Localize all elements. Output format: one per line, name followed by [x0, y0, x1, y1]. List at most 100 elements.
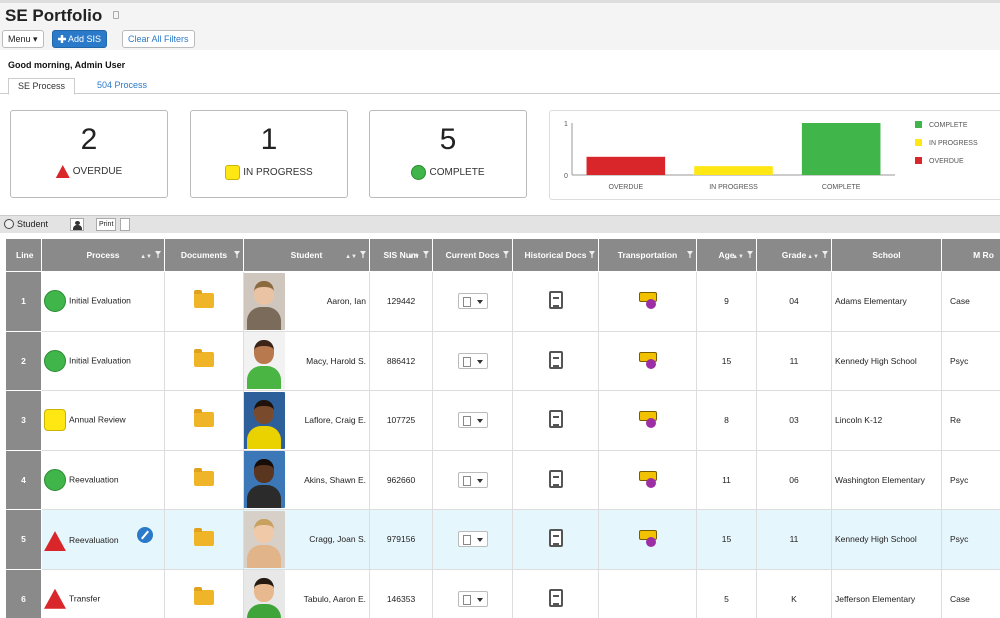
col-age-header[interactable]: Age ▲▼ — [696, 238, 757, 272]
tab-se-process[interactable]: SE Process — [8, 78, 76, 95]
col-school-header[interactable]: School — [831, 238, 942, 272]
folder-icon[interactable] — [194, 527, 214, 546]
filter-icon[interactable] — [747, 251, 753, 258]
overdue-card[interactable]: 2 OVERDUE — [10, 110, 168, 198]
filter-icon[interactable] — [234, 251, 240, 258]
current-docs-dropdown[interactable] — [457, 352, 488, 369]
table-row[interactable]: 6 Transfer Tabulo, Aaron E. 146353 5 K Jeffers… — [5, 568, 1000, 618]
table-row[interactable]: 2 Initial Evaluation Macy, Harold S. 886412… — [5, 330, 1000, 391]
document-history-icon[interactable] — [548, 291, 563, 310]
complete-card[interactable]: 5 COMPLETE — [369, 110, 527, 198]
bus-icon[interactable] — [638, 350, 658, 370]
sort-icon[interactable]: ▲▼ — [140, 252, 152, 262]
col-process-header[interactable]: Process ▲▼ — [41, 238, 165, 272]
grade-cell: K — [756, 568, 832, 618]
col-student-header[interactable]: Student ▲▼ — [243, 238, 370, 272]
line-number: 4 — [5, 449, 42, 510]
document-history-icon[interactable] — [548, 350, 563, 369]
student-name-link[interactable]: Macy, Harold S. — [306, 356, 366, 366]
sort-icon[interactable]: ▲▼ — [807, 252, 819, 262]
student-name-link[interactable]: Laflore, Craig E. — [305, 415, 366, 425]
filter-icon[interactable] — [360, 251, 366, 258]
folder-icon[interactable] — [194, 349, 214, 368]
document-history-icon[interactable] — [548, 410, 563, 429]
sort-icon[interactable]: ▲▼ — [732, 252, 744, 262]
bus-icon[interactable] — [638, 469, 658, 489]
filter-icon[interactable] — [155, 251, 161, 258]
clear-filters-button[interactable]: Clear All Filters — [122, 30, 195, 48]
document-history-icon[interactable] — [548, 588, 563, 607]
filter-icon[interactable] — [503, 251, 509, 258]
in-progress-count: 1 — [260, 123, 278, 156]
in-progress-card[interactable]: 1 IN PROGRESS — [190, 110, 348, 198]
col-line-header[interactable]: Line — [5, 238, 42, 272]
bus-icon[interactable] — [638, 409, 658, 429]
legend-label: IN PROGRESS — [929, 140, 978, 147]
school-cell: Lincoln K-12 — [831, 390, 942, 451]
current-docs-dropdown[interactable] — [457, 412, 488, 429]
document-history-icon[interactable] — [548, 469, 563, 488]
sis-num-cell: 979156 — [369, 509, 433, 570]
sort-icon[interactable]: ▲▼ — [345, 252, 357, 262]
transportation-cell — [598, 271, 697, 332]
status-chart: 0 1 OVERDUE IN PROGRESS COMPLETE COMPLETE IN P… — [549, 110, 1000, 200]
complete-count: 5 — [439, 123, 457, 156]
bus-icon[interactable] — [638, 528, 658, 548]
process-cell: Reevaluation — [41, 509, 165, 570]
overdue-count: 2 — [80, 123, 98, 156]
sis-num-cell: 962660 — [369, 449, 433, 510]
sis-num-cell: 146353 — [369, 568, 433, 618]
table-row[interactable]: 4 Reevaluation Akins, Shawn E. 962660 11 06 Wa… — [5, 449, 1000, 510]
document-history-icon[interactable] — [548, 529, 563, 548]
col-current-docs-header[interactable]: Current Docs — [432, 238, 513, 272]
age-cell: 8 — [696, 390, 757, 451]
folder-icon[interactable] — [194, 468, 214, 487]
student-photo — [244, 332, 285, 390]
folder-icon[interactable] — [194, 408, 214, 427]
edit-icon[interactable] — [136, 527, 153, 544]
table-row[interactable]: 5 Reevaluation Cragg, Joan S. 979156 15 11 Ken… — [5, 509, 1000, 570]
grade-cell: 03 — [756, 390, 832, 451]
process-name: Transfer — [69, 593, 101, 603]
folder-icon[interactable] — [194, 587, 214, 606]
x-tick-label: IN PROGRESS — [709, 184, 758, 191]
filter-icon[interactable] — [589, 251, 595, 258]
historical-docs-cell — [512, 271, 599, 332]
current-docs-dropdown[interactable] — [457, 471, 488, 488]
bus-icon[interactable] — [638, 290, 658, 310]
current-docs-cell — [432, 390, 513, 451]
col-role-header[interactable]: M Ro — [941, 238, 1000, 272]
table-row[interactable]: 1 Initial Evaluation Aaron, Ian 129442 9 04 Ad… — [5, 271, 1000, 332]
line-number: 2 — [5, 330, 42, 391]
print-dropdown-icon[interactable] — [120, 218, 130, 231]
y-tick-label: 0 — [564, 173, 568, 180]
current-docs-dropdown[interactable] — [457, 590, 488, 607]
student-name-link[interactable]: Aaron, Ian — [327, 296, 366, 306]
print-button[interactable]: Print — [96, 218, 117, 231]
student-name-link[interactable]: Akins, Shawn E. — [304, 475, 366, 485]
age-cell: 15 — [696, 330, 757, 391]
filter-icon[interactable] — [687, 251, 693, 258]
person-icon[interactable] — [70, 218, 84, 231]
pin-icon[interactable] — [113, 11, 119, 19]
folder-icon[interactable] — [194, 289, 214, 308]
table-row[interactable]: 3 Annual Review Laflore, Craig E. 107725 8 03… — [5, 390, 1000, 451]
student-name-link[interactable]: Cragg, Joan S. — [309, 534, 366, 544]
add-sis-button[interactable]: Add SIS — [52, 30, 108, 48]
sort-icon[interactable]: ▲▼ — [408, 252, 420, 262]
student-name-link[interactable]: Tabulo, Aaron E. — [304, 594, 366, 604]
col-sis-num-header[interactable]: SIS Num ▲▼ — [369, 238, 433, 272]
col-grade-header[interactable]: Grade ▲▼ — [756, 238, 832, 272]
legend-swatch — [915, 139, 922, 146]
school-cell: Kennedy High School — [831, 330, 942, 391]
col-transportation-header[interactable]: Transportation — [598, 238, 697, 272]
filter-icon[interactable] — [822, 251, 828, 258]
col-documents-header[interactable]: Documents — [164, 238, 244, 272]
filter-icon[interactable] — [423, 251, 429, 258]
line-number: 5 — [5, 509, 42, 570]
tab-504-process[interactable]: 504 Process — [88, 78, 156, 95]
menu-button[interactable]: Menu ▾ — [2, 30, 44, 48]
current-docs-dropdown[interactable] — [457, 293, 488, 310]
col-historical-docs-header[interactable]: Historical Docs — [512, 238, 599, 272]
current-docs-dropdown[interactable] — [457, 531, 488, 548]
